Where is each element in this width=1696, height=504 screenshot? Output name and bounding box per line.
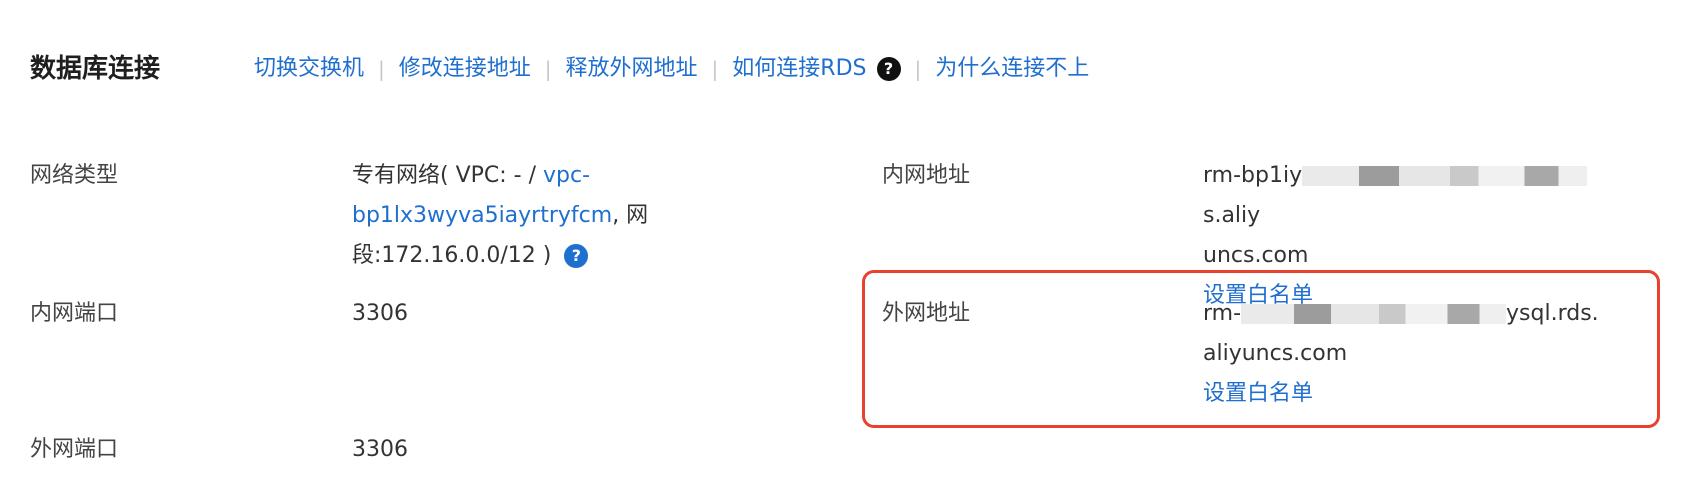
separator: | <box>914 57 922 81</box>
action-bar: 切换交换机 | 修改连接地址 | 释放外网地址 | 如何连接RDS ? | 为什… <box>254 54 1089 84</box>
vpc-link[interactable]: vpc- <box>543 163 590 188</box>
network-type-label: 网络类型 <box>30 163 119 188</box>
external-address-line2: aliyuncs.com <box>1203 341 1348 366</box>
external-address-value: rm-ysql.rds. aliyuncs.com 设置白名单 <box>1203 294 1643 414</box>
external-address-label: 外网地址 <box>882 301 971 326</box>
help-circle-icon[interactable]: ? <box>876 57 901 81</box>
internal-port-label: 内网端口 <box>30 301 119 326</box>
internal-address-label: 内网地址 <box>882 163 971 188</box>
vpc-link-id[interactable]: bp1lx3wyva5iayrtryfcm <box>352 203 612 228</box>
internal-address-end: s.aliy <box>1203 203 1261 228</box>
separator: | <box>378 57 385 81</box>
section-title: 数据库连接 <box>30 54 161 84</box>
help-circle-icon[interactable]: ? <box>564 244 589 268</box>
separator: | <box>711 57 719 81</box>
internal-address-start: rm-bp1iy <box>1203 163 1303 188</box>
why-cannot-connect-link[interactable]: 为什么连接不上 <box>935 54 1089 84</box>
switch-vswitch-link[interactable]: 切换交换机 <box>254 54 364 84</box>
external-whitelist-link[interactable]: 设置白名单 <box>1203 374 1643 414</box>
network-type-prefix: 专有网络( VPC: - / <box>352 163 543 188</box>
network-segment: 段:172.16.0.0/12 ) <box>352 243 552 268</box>
external-port-value: 3306 <box>352 437 408 462</box>
redacted-block <box>1241 304 1507 324</box>
release-public-address-link[interactable]: 释放外网地址 <box>566 54 698 84</box>
external-address-end: ysql.rds. <box>1506 301 1599 326</box>
modify-address-link[interactable]: 修改连接地址 <box>399 54 531 84</box>
db-connection-panel: 数据库连接 切换交换机 | 修改连接地址 | 释放外网地址 | 如何连接RDS … <box>0 0 1696 504</box>
how-to-connect-link[interactable]: 如何连接RDS <box>732 54 866 84</box>
external-address-start: rm- <box>1203 301 1242 326</box>
redacted-block <box>1302 166 1588 186</box>
network-type-suffix: , 网 <box>612 203 649 228</box>
internal-port-value: 3306 <box>352 301 408 326</box>
external-port-label: 外网端口 <box>30 437 119 462</box>
separator: | <box>544 57 552 81</box>
network-type-value: 专有网络( VPC: - / vpc- bp1lx3wyva5iayrtryfc… <box>352 156 682 276</box>
